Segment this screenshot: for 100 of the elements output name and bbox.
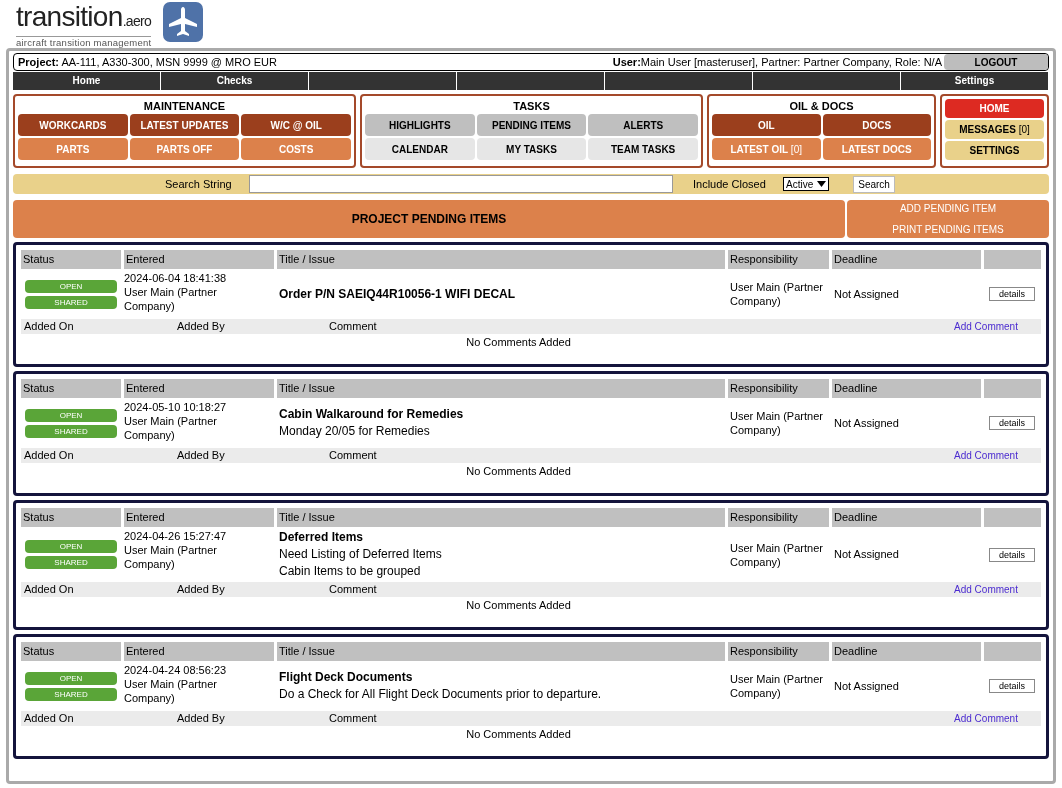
menu-button[interactable]: WORKCARDS (18, 114, 128, 136)
item-description: Cabin Items to be grouped (279, 563, 422, 580)
logout-button[interactable]: LOGOUT (944, 54, 1048, 70)
column-header (984, 508, 1041, 527)
nav-tab[interactable]: Settings (901, 72, 1049, 90)
comment-column-label: Comment (328, 448, 378, 464)
entered-by: User Main (Partner Company) (124, 543, 218, 571)
menu-button[interactable]: TEAM TASKS (588, 138, 698, 160)
menu-button[interactable]: CALENDAR (365, 138, 475, 160)
column-header: Entered (124, 250, 274, 269)
add-comment-link[interactable]: Add Comment (931, 711, 1041, 726)
details-button[interactable]: details (989, 416, 1035, 430)
responsibility: User Main (Partner Company) (729, 672, 824, 700)
column-header (984, 250, 1041, 269)
entered-by: User Main (Partner Company) (124, 414, 218, 442)
column-header: Entered (124, 379, 274, 398)
entered-by: User Main (Partner Company) (124, 285, 218, 313)
item-title: Deferred Items (279, 529, 365, 546)
menu-button[interactable]: DOCS (822, 114, 931, 136)
item-title: Cabin Walkaround for Remedies (279, 406, 465, 423)
item-description: Do a Check for All Flight Deck Documents prior to departure. (279, 686, 603, 703)
deadline: Not Assigned (833, 547, 900, 563)
status-badge: OPEN (25, 408, 117, 422)
status-badge: SHARED (25, 687, 117, 701)
include-closed-label: Include Closed (693, 176, 767, 192)
responsibility: User Main (Partner Company) (729, 280, 824, 308)
deadline: Not Assigned (833, 678, 900, 694)
comment-column-label: Comment (328, 319, 378, 335)
status-badge: SHARED (25, 556, 117, 569)
comment-column-label: Added On (23, 448, 75, 464)
item-title: Order P/N SAEIQ44R10056-1 WIFI DECAL (279, 285, 517, 303)
panel-title: OIL & DOCS (788, 99, 855, 114)
column-header: Entered (124, 508, 274, 527)
details-button[interactable]: details (989, 679, 1035, 693)
menu-button[interactable]: MY TASKS (476, 138, 587, 160)
add-comment-link[interactable]: Add Comment (931, 319, 1041, 334)
status-badge: SHARED (25, 295, 117, 309)
no-comments-message: No Comments Added (465, 464, 572, 479)
comment-column-label: Added By (176, 711, 226, 727)
status-badge: SHARED (25, 424, 117, 438)
menu-button[interactable]: ALERTS (588, 114, 698, 136)
status-badge: OPEN (25, 671, 117, 685)
comment-column-label: Added By (176, 582, 226, 598)
search-label: Search String (165, 176, 233, 192)
column-header: Responsibility (728, 379, 829, 398)
no-comments-message: No Comments Added (465, 335, 572, 350)
column-header: Title / Issue (277, 379, 725, 398)
menu-button[interactable]: OIL (712, 114, 821, 136)
column-header: Status (21, 250, 121, 269)
no-comments-message: No Comments Added (465, 598, 572, 613)
column-header: Title / Issue (277, 508, 725, 527)
menu-button[interactable]: PENDING ITEMS (476, 114, 587, 136)
column-header: Responsibility (728, 508, 829, 527)
responsibility: User Main (Partner Company) (729, 409, 824, 437)
logo-tagline: aircraft transition management (16, 36, 152, 48)
add-comment-link[interactable]: Add Comment (931, 582, 1041, 597)
comment-column-label: Added By (176, 448, 226, 464)
status-badge: OPEN (25, 540, 117, 553)
column-header: Title / Issue (277, 642, 725, 661)
item-title: Flight Deck Documents (279, 669, 414, 686)
section-heading: PROJECT PENDING ITEMS (13, 200, 845, 238)
responsibility: User Main (Partner Company) (729, 540, 824, 569)
column-header: Status (21, 379, 121, 398)
entered-date: 2024-05-10 10:18:27 (124, 400, 228, 414)
airplane-icon (163, 2, 204, 42)
panel-title: TASKS (512, 99, 551, 114)
menu-button[interactable]: LATEST UPDATES (129, 114, 240, 136)
details-button[interactable]: details (989, 547, 1035, 562)
comment-column-label: Added By (176, 319, 226, 335)
entered-date: 2024-06-04 18:41:38 (124, 271, 228, 285)
project-info: Project: AA-111, A330-300, MSN 9999 @ MRO EUR (18, 54, 277, 70)
status-badge: OPEN (25, 279, 117, 293)
menu-button[interactable]: HIGHLIGHTS (365, 114, 475, 136)
entered-by: User Main (Partner Company) (124, 677, 218, 705)
menu-button[interactable]: MESSAGES [0] (945, 120, 1044, 139)
column-header: Title / Issue (277, 250, 725, 269)
column-header: Entered (124, 642, 274, 661)
menu-button[interactable]: HOME (945, 99, 1044, 118)
column-header: Deadline (832, 642, 981, 661)
column-header: Deadline (832, 250, 981, 269)
nav-tab[interactable]: Checks (161, 72, 309, 90)
details-button[interactable]: details (989, 287, 1035, 301)
item-description: Monday 20/05 for Remedies (279, 423, 431, 440)
comment-column-label: Added On (23, 582, 75, 598)
comment-column-label: Comment (328, 582, 378, 598)
menu-button[interactable]: W/C @ OIL (241, 114, 351, 136)
deadline: Not Assigned (833, 415, 900, 431)
menu-button[interactable]: SETTINGS (945, 141, 1044, 160)
search-field[interactable] (249, 175, 673, 193)
search-button[interactable]: Search (853, 175, 895, 193)
nav-tab[interactable]: Home (13, 72, 161, 90)
deadline: Not Assigned (833, 286, 900, 302)
add-comment-link[interactable]: Add Comment (931, 448, 1041, 463)
column-header: Responsibility (728, 250, 829, 269)
status-dropdown[interactable]: Active (783, 177, 830, 191)
comment-column-label: Comment (328, 711, 378, 727)
entered-date: 2024-04-26 15:27:47 (124, 529, 228, 543)
user-info: User:Main User [masteruser], Partner: Partner Company, Role: N/A (612, 54, 942, 70)
no-comments-message: No Comments Added (465, 727, 572, 742)
comment-column-label: Added On (23, 711, 75, 727)
